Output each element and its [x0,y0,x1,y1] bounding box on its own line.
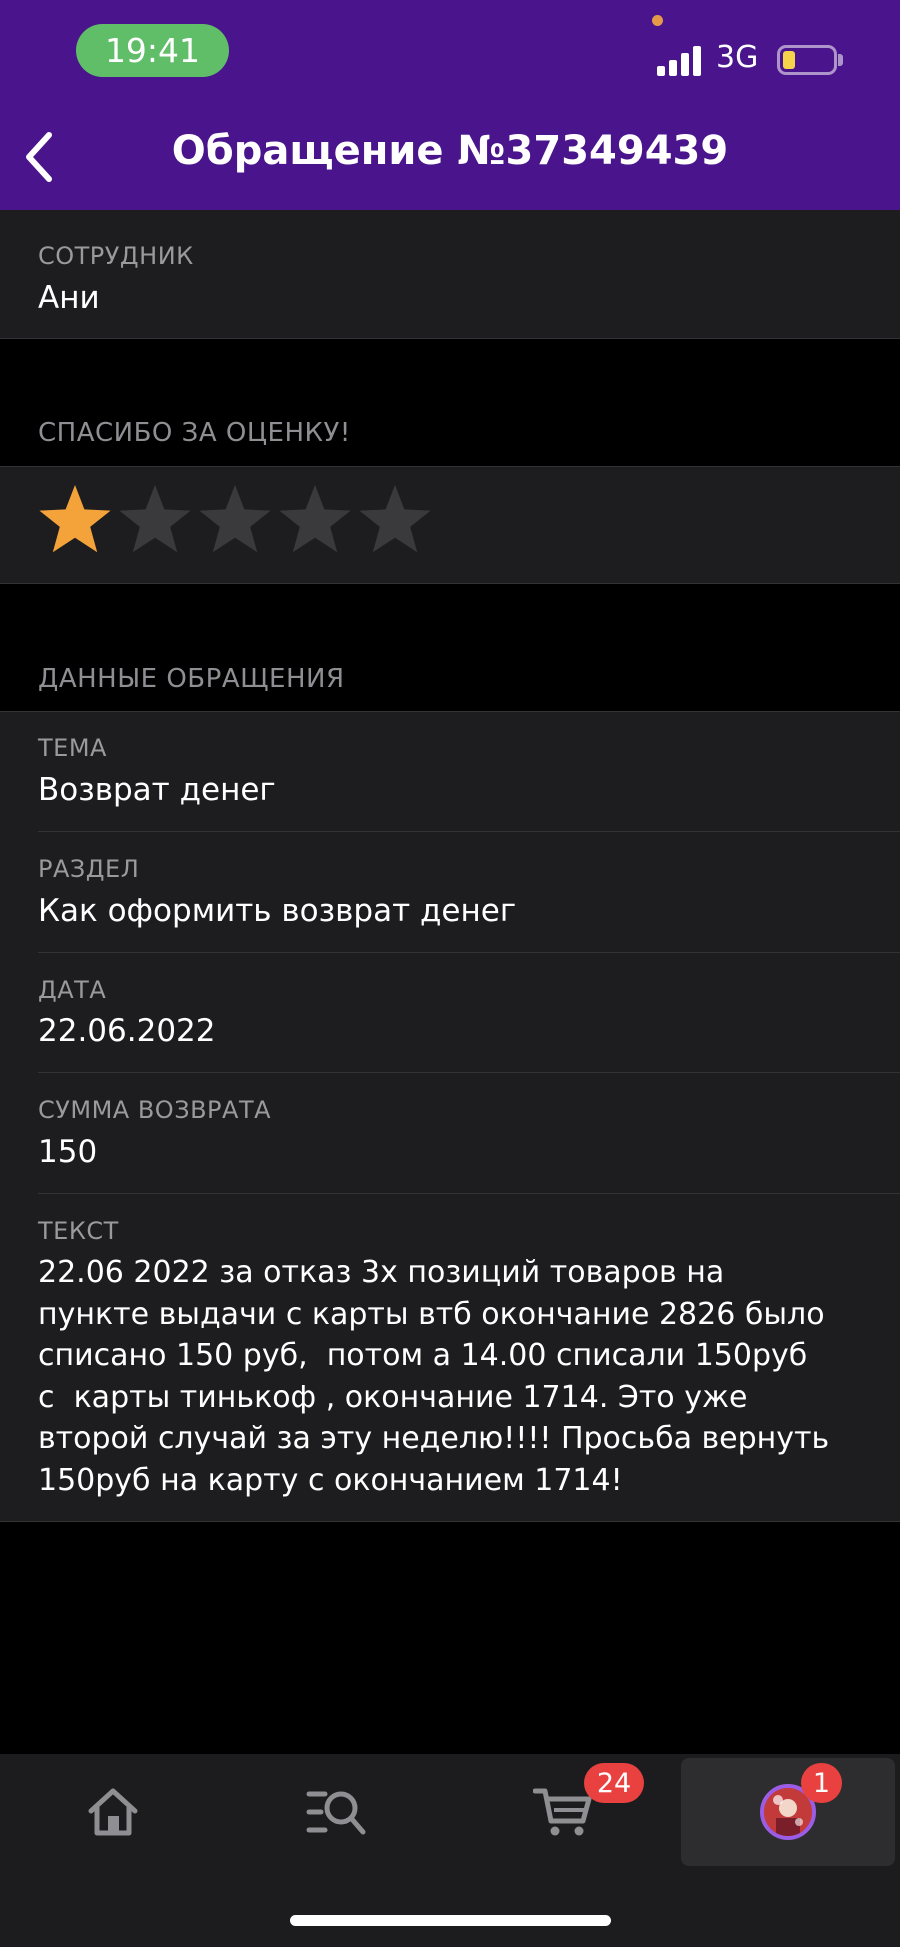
refund-value: 150 [38,1134,98,1170]
signal-icon [657,46,701,76]
star-empty-icon[interactable] [276,482,354,560]
details-title: ДАННЫЕ ОБРАЩЕНИЯ [38,664,345,694]
divider [0,1521,900,1522]
divider [38,831,900,832]
divider [38,1072,900,1073]
employee-value: Ани [38,280,100,316]
page-title: Обращение №37349439 [171,128,729,174]
divider [38,1193,900,1194]
divider [0,583,900,584]
tab-profile[interactable] [681,1758,895,1866]
date-value: 22.06.2022 [38,1013,216,1049]
divider [38,952,900,953]
date-label: ДАТА [38,976,107,1004]
star-empty-icon[interactable] [116,482,194,560]
divider [0,338,900,339]
cart-icon [532,1788,591,1836]
home-icon [88,1788,137,1836]
battery-icon [777,45,837,75]
status-time: 19:41 [76,24,229,77]
topic-label: ТЕМА [38,734,107,762]
section-value: Как оформить возврат денег [38,893,517,929]
text-value: 22.06 2022 за отказ 3х позиций товаров н… [38,1255,830,1498]
refund-label: СУММА ВОЗВРАТА [38,1096,272,1124]
topic-value: Возврат денег [38,772,276,808]
battery-tip [838,54,843,66]
battery-level [783,51,795,69]
section-label: РАЗДЕЛ [38,855,140,883]
network-type: 3G [716,40,759,75]
tab-catalog[interactable] [264,1758,409,1866]
catalog-search-icon [306,1791,365,1835]
tab-home[interactable] [40,1758,185,1866]
cart-badge: 24 [584,1763,644,1803]
employee-label: СОТРУДНИК [38,242,194,270]
home-indicator [290,1915,611,1926]
privacy-indicator-dot [652,15,663,26]
star-empty-icon[interactable] [196,482,274,560]
star-filled-icon[interactable] [36,482,114,560]
profile-badge: 1 [801,1763,842,1803]
star-empty-icon[interactable] [356,482,434,560]
divider [0,711,900,712]
header: 19:41 3G Обращение №37349439 [0,0,900,210]
employee-cell [0,210,900,338]
rating-title: СПАСИБО ЗА ОЦЕНКУ! [38,418,351,448]
text-label: ТЕКСТ [38,1217,119,1245]
